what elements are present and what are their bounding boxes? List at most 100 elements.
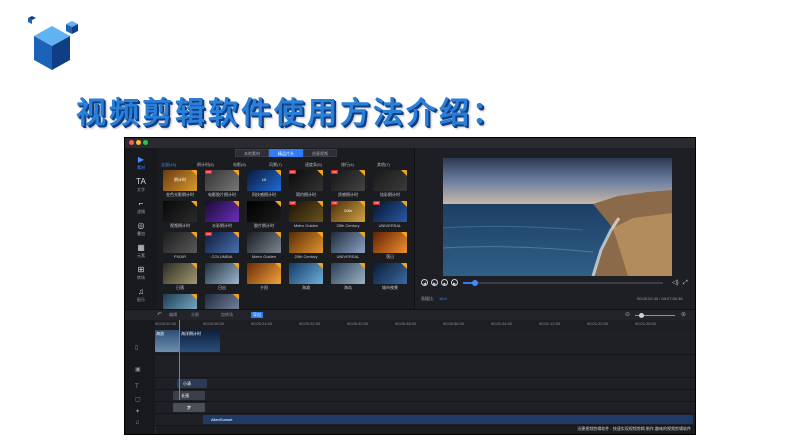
media-card[interactable]: 城市夜景 [373,263,407,292]
media-card[interactable]: 胶片倒计时 [247,201,281,230]
vip-badge: VIP [205,170,212,174]
close-dot[interactable] [129,140,134,145]
vip-badge: VIP [289,170,296,174]
seek-knob[interactable] [472,280,478,286]
effect-track[interactable]: 梦 [155,402,695,414]
seek-bar[interactable] [463,280,663,286]
play-button[interactable]: ▶ [431,279,438,286]
sidebar-item-5[interactable]: ⊞ 转场 [129,264,153,286]
media-thumbnail [163,201,197,222]
sidebar-item-4[interactable]: ▦ 元素 [129,242,153,264]
vip-badge: VIP [373,201,380,205]
sidebar-item-0[interactable]: ▶ 素材 [129,154,153,176]
split-button[interactable]: 分割 [191,312,199,318]
filter-2[interactable]: 电影(6) [233,161,246,169]
video-clip-a[interactable]: 海浪 [155,330,179,352]
video-preview[interactable] [443,158,672,276]
transition-button[interactable]: 加转场 [221,312,233,318]
download-corner-icon [317,201,323,207]
media-card[interactable]: VIP UNIVERSAL [373,201,407,230]
tab-2[interactable]: 创意视频 [303,149,337,157]
filter-1[interactable]: 倒计时(8) [197,161,214,169]
media-card[interactable]: VIP COLUMBIA [205,232,239,261]
filter-3[interactable]: 风景(7) [269,161,282,169]
media-card[interactable]: 倒计时 金色光影倒计时 [163,170,197,199]
sidebar-item-2[interactable]: ⌐ 滤镜 [129,198,153,220]
export-button[interactable]: 导出 [251,312,263,318]
media-card[interactable]: 日出 [205,263,239,292]
media-card[interactable]: 落日 [373,232,407,261]
media-card[interactable]: 水彩倒计时 [205,201,239,230]
media-card[interactable]: 20th Century [289,232,323,261]
filter-5[interactable]: 旅行(4) [341,161,354,169]
video-track[interactable]: 海浪 海洋倒计时 [155,330,695,355]
sidebar-item-6[interactable]: ♫ 配乐 [129,286,153,308]
media-card[interactable]: VIP 电影胶片倒计时 [205,170,239,199]
filter-6[interactable]: 其他(7) [377,161,390,169]
sidebar-item-1[interactable]: TA 文字 [129,176,153,198]
media-caption: UNIVERSAL [378,223,402,228]
video-clip-b[interactable]: 海洋倒计时 [180,330,220,352]
volume-icon[interactable]: ◁) [672,280,679,286]
zoom-slider[interactable] [635,313,675,318]
music-clip[interactable]: AlienSunset [203,415,693,424]
filter-4[interactable]: 速度条(5) [305,161,322,169]
pip-track[interactable] [155,355,695,378]
media-thumbnail [163,232,197,253]
text-track[interactable]: 小清 [155,378,695,390]
media-card[interactable]: 海岛 [331,263,365,292]
zoom-out-icon[interactable]: ⊖ [625,312,630,318]
tab-0[interactable]: 本地素材 [235,149,269,157]
music-clip-label: AlienSunset [211,417,233,422]
media-card[interactable]: Metro Golden [247,232,281,261]
music-track[interactable]: AlienSunset [155,414,695,426]
ratio-value[interactable]: 16:9 [439,296,447,302]
timeline-playhead[interactable] [179,320,180,400]
download-corner-icon [191,294,197,300]
zoom-knob[interactable] [639,313,644,318]
media-thumbnail [205,263,239,284]
media-card[interactable]: 10 科技感倒计时 [247,170,281,199]
sidebar-item-3[interactable]: ◎ 叠加 [129,220,153,242]
media-card[interactable]: VIP 简约倒计时 [289,170,323,199]
download-corner-icon [275,263,281,269]
media-card[interactable]: 日落 [163,263,197,292]
media-card[interactable]: UNIVERSAL [331,232,365,261]
fullscreen-icon[interactable]: ⤢ [683,280,688,286]
media-card[interactable]: 视频倒计时 [163,201,197,230]
overlay-icon: ◎ [137,221,145,230]
sticker-track[interactable]: 长颈 [155,390,695,402]
rewind-button[interactable]: ◀ [421,279,428,286]
media-caption: 视频倒计时 [170,223,190,228]
download-corner-icon [233,263,239,269]
media-card[interactable]: VIP Metro Golden [289,201,323,230]
download-corner-icon [401,170,407,176]
maximize-dot[interactable] [143,140,148,145]
filter-0[interactable]: 全部(43) [161,161,176,169]
text-track-icon: T [135,384,139,390]
forward-button[interactable]: ▶ [451,279,458,286]
media-card[interactable]: 20th VIP 20th Century [331,201,365,230]
media-caption: Metro Golden [293,223,319,228]
stop-button[interactable]: ■ [441,279,448,286]
status-text: 迅捷视频剪辑软件 - 快速实现视频剪辑,制作,趣味的视频剪辑软件 [577,426,691,431]
zoom-in-icon[interactable]: ⊕ [681,312,686,318]
undo-icon[interactable]: ↶ [157,312,162,318]
category-filters: 全部(43) 倒计时(8) 电影(6) 风景(7) 速度条(5) 旅行(4) 其他(7) [161,161,411,169]
media-card[interactable]: 海滩 [289,263,323,292]
effect-clip[interactable]: 梦 [173,403,205,412]
sidebar-item-label: 素材 [137,165,145,170]
minimize-dot[interactable] [136,140,141,145]
download-corner-icon [275,201,281,207]
media-card[interactable]: 炫彩倒计时 [373,170,407,199]
text-clip[interactable]: 小清 [177,379,207,388]
edit-button[interactable]: 编辑 [169,312,177,318]
ruler-tick: 00:01:12.00 [539,321,561,326]
sticker-clip[interactable]: 长颈 [173,391,205,400]
tab-1[interactable]: 精品片头 [269,149,303,157]
music-track-icon: ♫ [135,420,140,426]
media-card[interactable]: VIP 质感倒计时 [331,170,365,199]
media-card[interactable]: 夕阳 [247,263,281,292]
media-card[interactable]: PIXAR [163,232,197,261]
media-thumbnail [289,263,323,284]
